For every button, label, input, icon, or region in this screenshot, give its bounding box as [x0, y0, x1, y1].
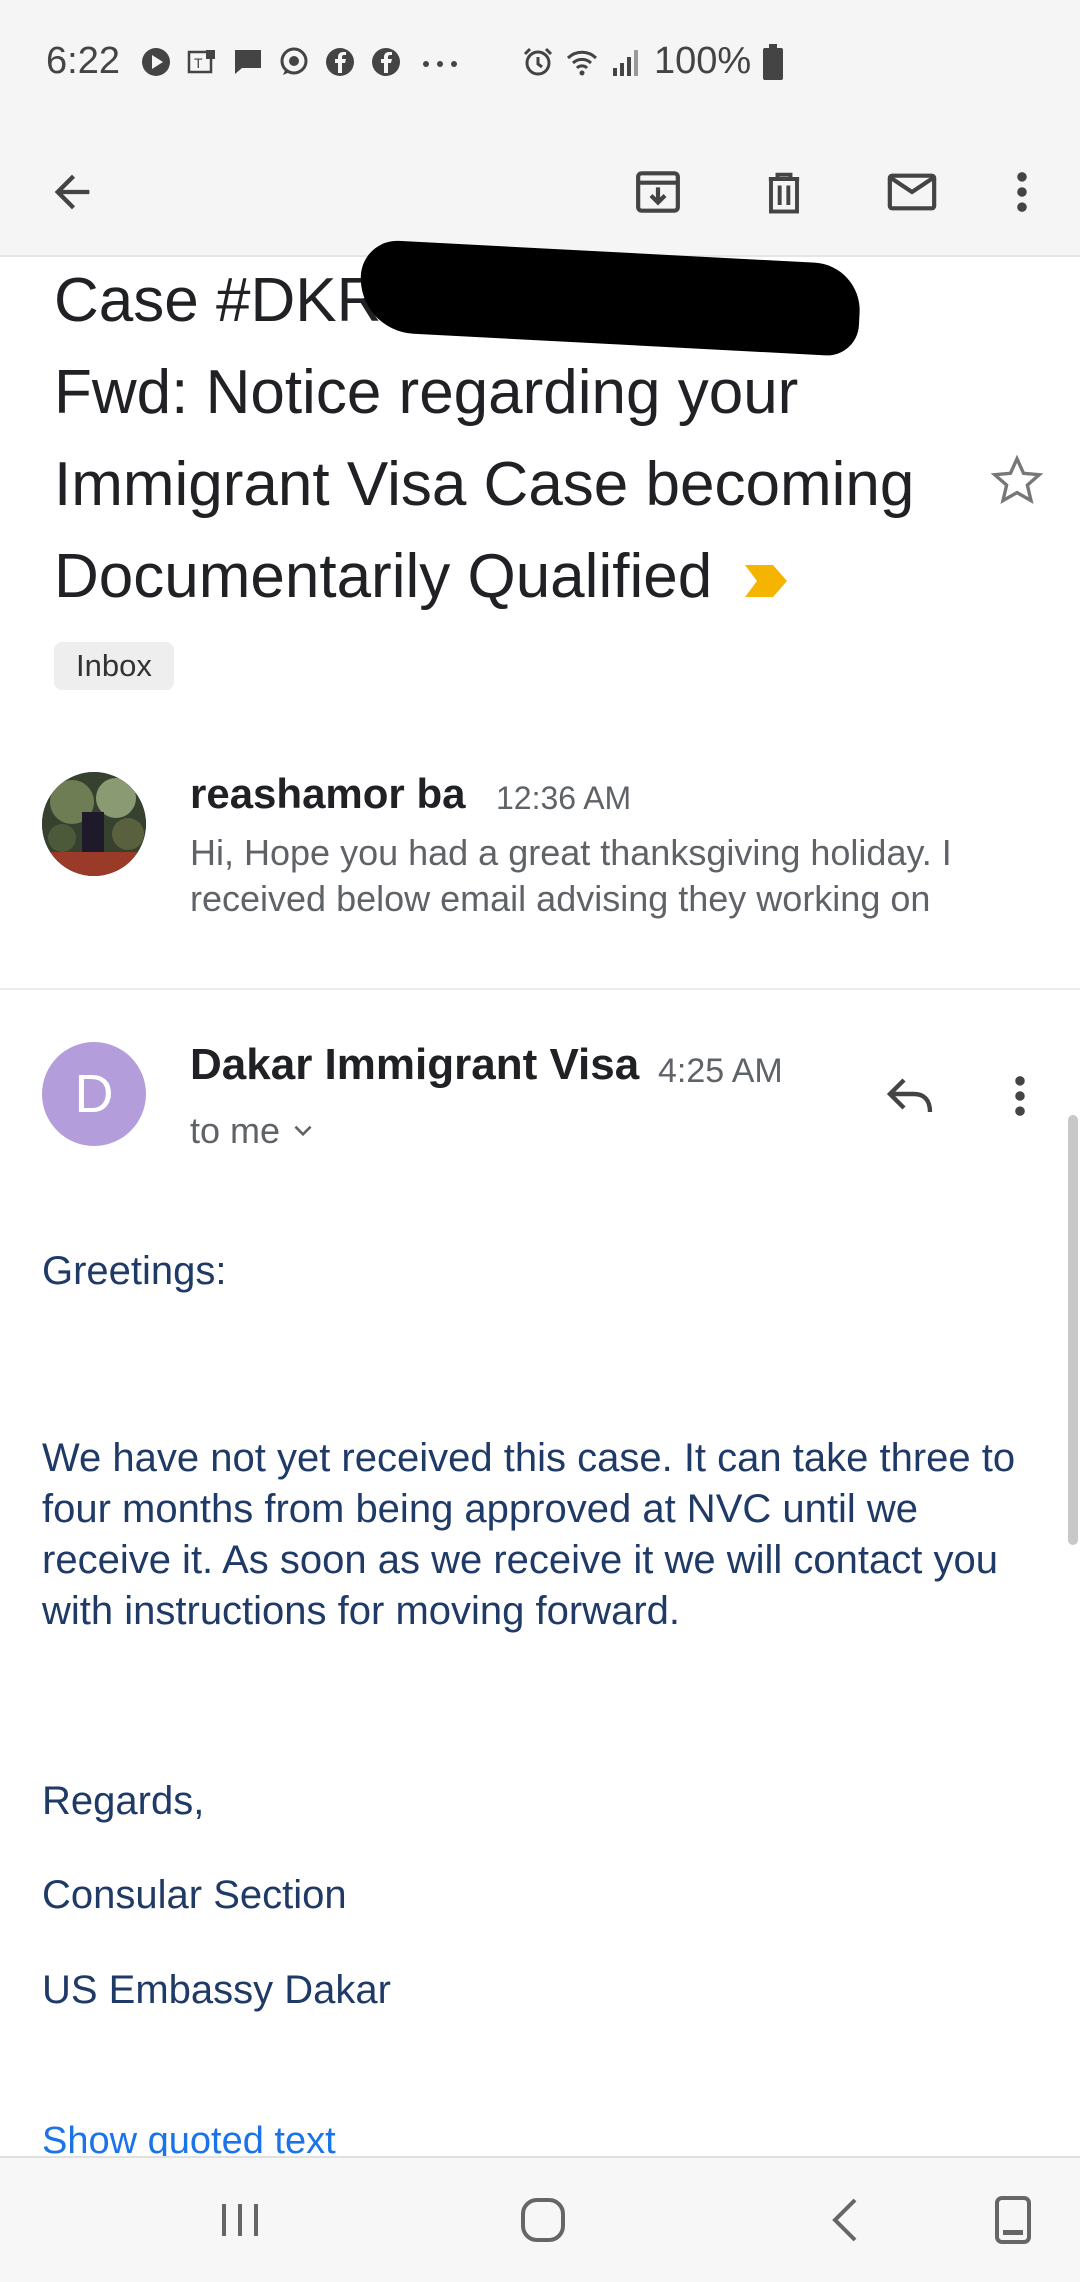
- battery-icon: [763, 43, 784, 80]
- message-snippet: Hi, Hope you had a great thanksgiving ho…: [190, 832, 952, 919]
- delete-icon: [768, 172, 800, 214]
- back-button[interactable]: [32, 152, 112, 232]
- label-chip-inbox[interactable]: Inbox: [54, 642, 174, 690]
- message-divider: [0, 988, 1080, 990]
- back-arrow-icon: [54, 174, 90, 210]
- archive-button[interactable]: [618, 152, 698, 232]
- status-bar: 6:22 T 100%: [0, 0, 1080, 130]
- avatar-photo-image: [42, 772, 146, 876]
- star-icon[interactable]: [988, 452, 1046, 510]
- body-paragraph: We have not yet received this case. It c…: [42, 1436, 1016, 1633]
- mark-unread-button[interactable]: [872, 152, 952, 232]
- message-icon: [235, 50, 261, 74]
- more-notifications-icon: [423, 61, 457, 67]
- status-time: 6:22: [46, 40, 120, 82]
- alarm-icon: [523, 47, 553, 75]
- play-icon: [142, 48, 170, 76]
- email-toolbar: [0, 130, 1080, 257]
- avatar[interactable]: [42, 772, 146, 876]
- recipient-details-toggle[interactable]: to me: [190, 1110, 316, 1152]
- battery-percentage: 100%: [654, 40, 752, 82]
- body-greeting: Greetings:: [42, 1249, 227, 1293]
- body-regards: Regards,: [42, 1779, 205, 1823]
- reply-button[interactable]: [870, 1056, 950, 1136]
- signature-line-2: US Embassy Dakar: [42, 1968, 391, 2012]
- whatsapp-icon: [280, 47, 308, 75]
- recent-apps-icon: [222, 2204, 258, 2236]
- system-navigation-bar: [0, 2156, 1080, 2282]
- sender-name: Dakar Immigrant Visa: [190, 1040, 640, 1089]
- wifi-icon: [566, 50, 598, 75]
- facebook-icon: [326, 48, 354, 76]
- notification-icons: T: [140, 46, 464, 78]
- teams-icon: T: [187, 50, 215, 74]
- archive-icon: [636, 171, 680, 213]
- chevron-down-icon: [294, 1125, 312, 1137]
- more-options-button[interactable]: [982, 152, 1062, 232]
- sender-name: reashamor ba: [190, 770, 466, 817]
- back-chevron-icon: [832, 2198, 857, 2242]
- more-vert-icon: [1017, 172, 1027, 212]
- back-nav-button[interactable]: [810, 2188, 880, 2252]
- overlay-keyboard-button[interactable]: [978, 2188, 1048, 2252]
- recent-apps-button[interactable]: [205, 2188, 275, 2252]
- message-time: 4:25 AM: [658, 1052, 783, 1090]
- more-vert-icon: [1015, 1076, 1025, 1116]
- scrollbar[interactable]: [1068, 1115, 1078, 1545]
- signal-icon: [613, 49, 638, 76]
- screen-icon: [995, 2196, 1031, 2244]
- delete-button[interactable]: [744, 152, 824, 232]
- signature-line-1: Consular Section: [42, 1873, 347, 1917]
- message-more-options-button[interactable]: [990, 1056, 1050, 1136]
- system-status: 100%: [522, 40, 784, 83]
- message-time: 12:36 AM: [496, 780, 632, 816]
- facebook-icon: [372, 48, 400, 76]
- avatar[interactable]: D: [42, 1042, 146, 1146]
- mark-unread-icon: [887, 173, 937, 211]
- reply-icon: [886, 1078, 933, 1113]
- recipient-label: to me: [190, 1110, 281, 1151]
- svg-text:T: T: [194, 55, 203, 71]
- home-button[interactable]: [508, 2188, 578, 2252]
- home-icon: [521, 2198, 565, 2242]
- subject-text: Fwd: Notice regarding your Immigrant Vis…: [54, 347, 984, 623]
- important-marker-icon[interactable]: [743, 563, 789, 599]
